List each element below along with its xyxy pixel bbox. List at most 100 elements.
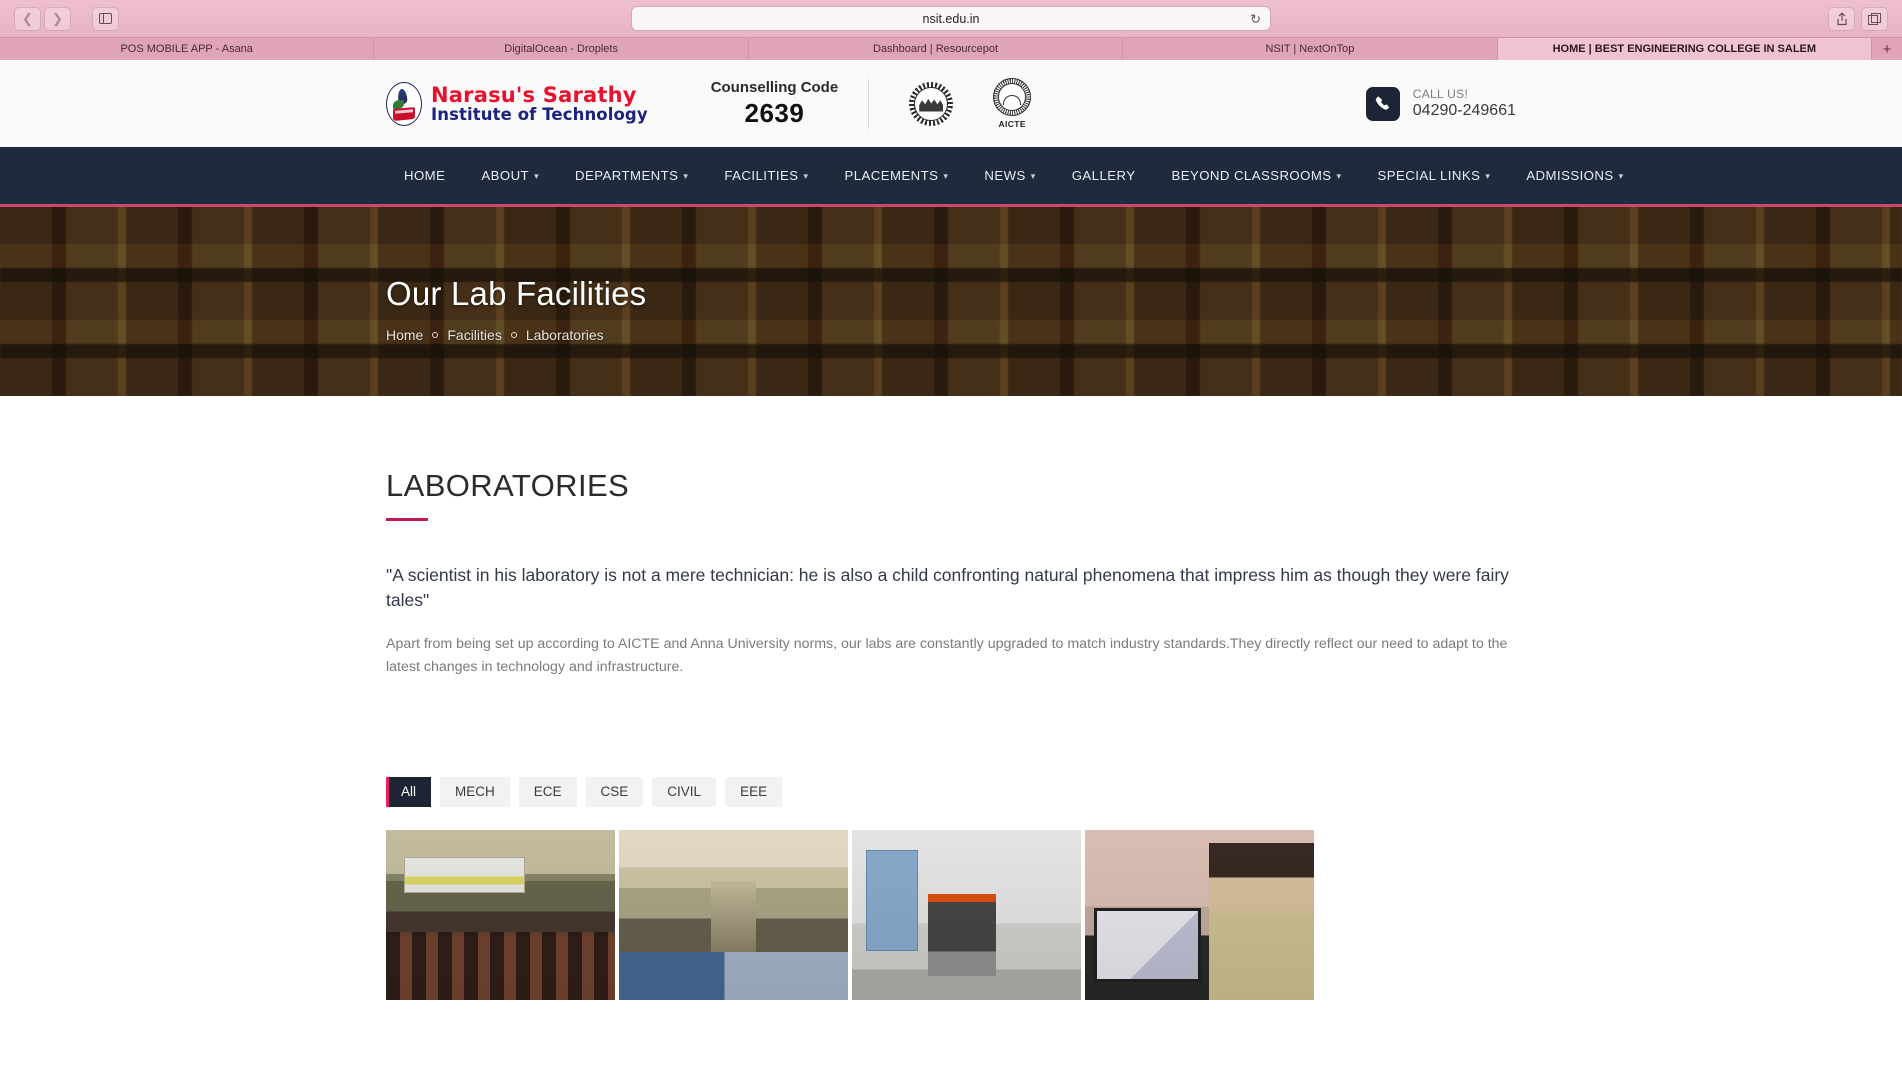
address-bar[interactable]: nsit.edu.in ↻	[631, 6, 1271, 31]
site-logo[interactable]: Narasu's Sarathy Institute of Technology	[386, 81, 648, 126]
filter-label: All	[401, 784, 417, 800]
counselling-code-label: Counselling Code	[710, 78, 839, 96]
page-title: Our Lab Facilities	[386, 275, 647, 312]
back-button[interactable]: ❮	[14, 6, 41, 31]
counselling-code-block: Counselling Code 2639	[710, 78, 870, 129]
breadcrumb-item-facilities[interactable]: Facilities	[447, 327, 501, 343]
auditorium-gathering-photo[interactable]	[619, 829, 848, 1000]
filter-label: MECH	[455, 784, 495, 800]
nav-item-gallery[interactable]: GALLERY	[1054, 168, 1154, 183]
filter-button-cse[interactable]: CSE	[585, 776, 644, 807]
chevron-down-icon: ▾	[534, 171, 540, 181]
toolbar-right-actions	[1828, 6, 1888, 31]
mechanical-engine-lab-photo[interactable]	[852, 829, 1081, 1000]
browser-tab-active[interactable]: HOME | BEST ENGINEERING COLLEGE IN SALEM	[1497, 38, 1873, 60]
nav-label: GALLERY	[1071, 168, 1136, 183]
filter-button-eee[interactable]: EEE	[725, 776, 783, 807]
breadcrumb-item-laboratories: Laboratories	[525, 327, 604, 343]
tab-label: Dashboard | Resourcepot	[872, 43, 999, 55]
seminar-hall-audience-photo[interactable]	[386, 829, 615, 1000]
chevron-down-icon: ▾	[1336, 171, 1342, 181]
counselling-code-value: 2639	[744, 97, 805, 128]
page-hero-banner: Our Lab Facilities Home Facilities Labor…	[0, 204, 1902, 396]
filter-label: CIVIL	[667, 784, 702, 800]
reload-icon[interactable]: ↻	[1250, 12, 1261, 25]
nav-label: SPECIAL LINKS	[1377, 168, 1481, 183]
filter-button-mech[interactable]: MECH	[440, 776, 510, 807]
nav-label: FACILITIES	[724, 168, 799, 183]
logo-institution-name: Narasu's Sarathy	[431, 82, 637, 107]
browser-tab[interactable]: Dashboard | Resourcepot	[748, 38, 1124, 60]
breadcrumb-separator-icon	[432, 332, 439, 338]
browser-tab[interactable]: DigitalOcean - Droplets	[374, 38, 749, 60]
chevron-down-icon: ▾	[1485, 171, 1491, 181]
section-title: LABORATORIES	[386, 468, 630, 503]
site-header: Narasu's Sarathy Institute of Technology…	[0, 60, 1902, 147]
filter-label: ECE	[533, 784, 562, 800]
nav-label: DEPARTMENTS	[575, 168, 679, 183]
nav-item-about[interactable]: ABOUT ▾	[463, 168, 557, 183]
logo-institution-subtitle: Institute of Technology	[431, 104, 648, 124]
chevron-down-icon: ▾	[683, 171, 689, 181]
nav-label: HOME	[404, 168, 446, 183]
filter-label: EEE	[740, 784, 768, 800]
browser-tab[interactable]: POS MOBILE APP - Asana	[0, 38, 375, 60]
chevron-left-icon: ❮	[22, 11, 33, 26]
college-emblem-icon	[386, 81, 422, 126]
address-bar-container: nsit.edu.in ↻	[631, 6, 1271, 31]
chevron-down-icon: ▾	[1618, 171, 1624, 181]
sidebar-toggle-icon	[99, 13, 112, 24]
nav-item-news[interactable]: NEWS ▾	[966, 168, 1053, 183]
lab-gallery	[386, 829, 1516, 1000]
filter-button-ece[interactable]: ECE	[518, 776, 577, 807]
laboratories-quote: "A scientist in his laboratory is not a …	[386, 565, 1509, 611]
nav-item-home[interactable]: HOME	[386, 168, 463, 183]
sidebar-toggle-button[interactable]	[92, 6, 119, 31]
nav-label: ABOUT	[481, 168, 530, 183]
tab-label: NSIT | NextOnTop	[1265, 43, 1355, 55]
nav-item-facilities[interactable]: FACILITIES ▾	[706, 168, 826, 183]
accreditation-logos: AICTE	[909, 78, 1032, 129]
share-button[interactable]	[1828, 6, 1855, 31]
forward-button[interactable]: ❯	[44, 6, 71, 31]
anna-university-seal-icon	[909, 81, 954, 126]
browser-chrome: ❮ ❯ nsit.edu.in ↻ POS MOBILE APP - Asana…	[0, 0, 1902, 60]
nav-label: PLACEMENTS	[844, 168, 939, 183]
browser-tab[interactable]: NSIT | NextOnTop	[1123, 38, 1498, 60]
section-title-underline	[386, 518, 428, 521]
chevron-right-icon: ❯	[52, 11, 63, 26]
tab-label: DigitalOcean - Droplets	[504, 43, 618, 55]
main-content: LABORATORIES "A scientist in his laborat…	[0, 396, 1902, 1000]
tabs-overview-button[interactable]	[1861, 6, 1888, 31]
nav-item-admissions[interactable]: ADMISSIONS ▾	[1508, 168, 1641, 183]
filter-button-all[interactable]: All	[386, 776, 432, 807]
breadcrumb-separator-icon	[510, 332, 517, 338]
gallery-filter-bar: All MECH ECE CSE CIVIL EEE	[386, 776, 1516, 807]
aicte-seal-icon	[993, 78, 1032, 116]
nav-item-beyond-classrooms[interactable]: BEYOND CLASSROOMS ▾	[1153, 168, 1359, 183]
electronics-lab-students-photo[interactable]	[1085, 829, 1314, 1000]
call-us-number[interactable]: 04290-249661	[1413, 102, 1516, 120]
url-text: nsit.edu.in	[922, 11, 980, 26]
call-us-label: CALL US!	[1412, 87, 1469, 101]
call-us-block[interactable]: CALL US! 04290-249661	[1365, 86, 1516, 121]
share-icon	[1836, 12, 1847, 25]
filter-label: CSE	[600, 784, 629, 800]
nav-item-special-links[interactable]: SPECIAL LINKS ▾	[1360, 168, 1509, 183]
navigation-buttons: ❮ ❯	[14, 6, 119, 31]
chevron-down-icon: ▾	[803, 171, 809, 181]
chevron-down-icon: ▾	[1030, 171, 1036, 181]
tab-label: POS MOBILE APP - Asana	[120, 43, 253, 55]
breadcrumb-item-home[interactable]: Home	[386, 327, 423, 343]
browser-toolbar: ❮ ❯ nsit.edu.in ↻	[0, 0, 1902, 37]
aicte-caption: AICTE	[998, 119, 1026, 129]
main-navigation: HOME ABOUT ▾ DEPARTMENTS ▾ FACILITIES ▾ PLA…	[0, 147, 1902, 204]
aicte-seal: AICTE	[993, 78, 1032, 129]
plus-icon: +	[1882, 40, 1892, 58]
filter-button-civil[interactable]: CIVIL	[652, 776, 717, 807]
tab-label: HOME | BEST ENGINEERING COLLEGE IN SALEM	[1552, 43, 1817, 55]
nav-item-departments[interactable]: DEPARTMENTS ▾	[557, 168, 706, 183]
nav-label: BEYOND CLASSROOMS	[1171, 168, 1332, 183]
new-tab-button[interactable]: +	[1872, 38, 1902, 60]
nav-item-placements[interactable]: PLACEMENTS ▾	[826, 168, 966, 183]
